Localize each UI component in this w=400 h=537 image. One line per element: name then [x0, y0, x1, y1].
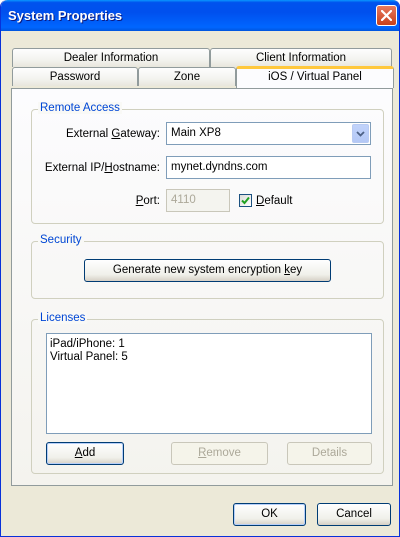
security-group: Security Generate new system encryption …: [31, 234, 384, 299]
tab-ios-virtual-panel[interactable]: iOS / Virtual Panel: [236, 66, 394, 88]
gateway-dropdown-button[interactable]: [352, 124, 369, 143]
remote-access-group: Remote Access External Gateway: Main XP8…: [31, 102, 384, 224]
remove-button[interactable]: Remove: [171, 442, 268, 465]
add-button[interactable]: Add: [46, 442, 124, 465]
tab-zone[interactable]: Zone: [138, 67, 236, 86]
close-icon: [381, 10, 392, 21]
licenses-group: Licenses iPad/iPhone: 1 Virtual Panel: 5…: [31, 312, 384, 474]
title-bar[interactable]: System Properties: [1, 0, 399, 31]
close-button[interactable]: [376, 5, 397, 26]
chevron-down-icon: [356, 130, 365, 137]
cancel-button[interactable]: Cancel: [317, 503, 391, 526]
default-label[interactable]: Default: [256, 195, 292, 207]
gateway-label: External Gateway:: [66, 128, 160, 140]
tab-dealer-information[interactable]: Dealer Information: [12, 48, 210, 67]
default-checkbox[interactable]: [239, 194, 252, 207]
list-item[interactable]: Virtual Panel: 5: [50, 351, 368, 364]
details-button[interactable]: Details: [287, 442, 372, 465]
ip-hostname-input[interactable]: mynet.dyndns.com: [166, 156, 371, 179]
licenses-list[interactable]: iPad/iPhone: 1 Virtual Panel: 5: [46, 333, 372, 434]
generate-encryption-key-button[interactable]: Generate new system encryption key: [84, 259, 331, 282]
gateway-value: Main XP8: [171, 127, 221, 139]
ok-button[interactable]: OK: [233, 503, 306, 526]
window-title: System Properties: [8, 8, 123, 23]
ip-label: External IP/Hostname:: [44, 162, 160, 174]
port-input[interactable]: 4110: [166, 189, 230, 212]
tab-password[interactable]: Password: [12, 67, 138, 86]
checkmark-icon: [241, 196, 250, 205]
licenses-label: Licenses: [38, 312, 88, 324]
tab-panel: Remote Access External Gateway: Main XP8…: [11, 88, 393, 486]
list-item[interactable]: iPad/iPhone: 1: [50, 338, 368, 351]
security-label: Security: [38, 234, 84, 246]
system-properties-window: System Properties Dealer Information Cli…: [0, 0, 400, 537]
tab-client-information[interactable]: Client Information: [210, 48, 392, 67]
remote-access-label: Remote Access: [38, 102, 122, 114]
port-label: Port:: [135, 195, 160, 207]
gateway-select[interactable]: Main XP8: [166, 122, 371, 145]
